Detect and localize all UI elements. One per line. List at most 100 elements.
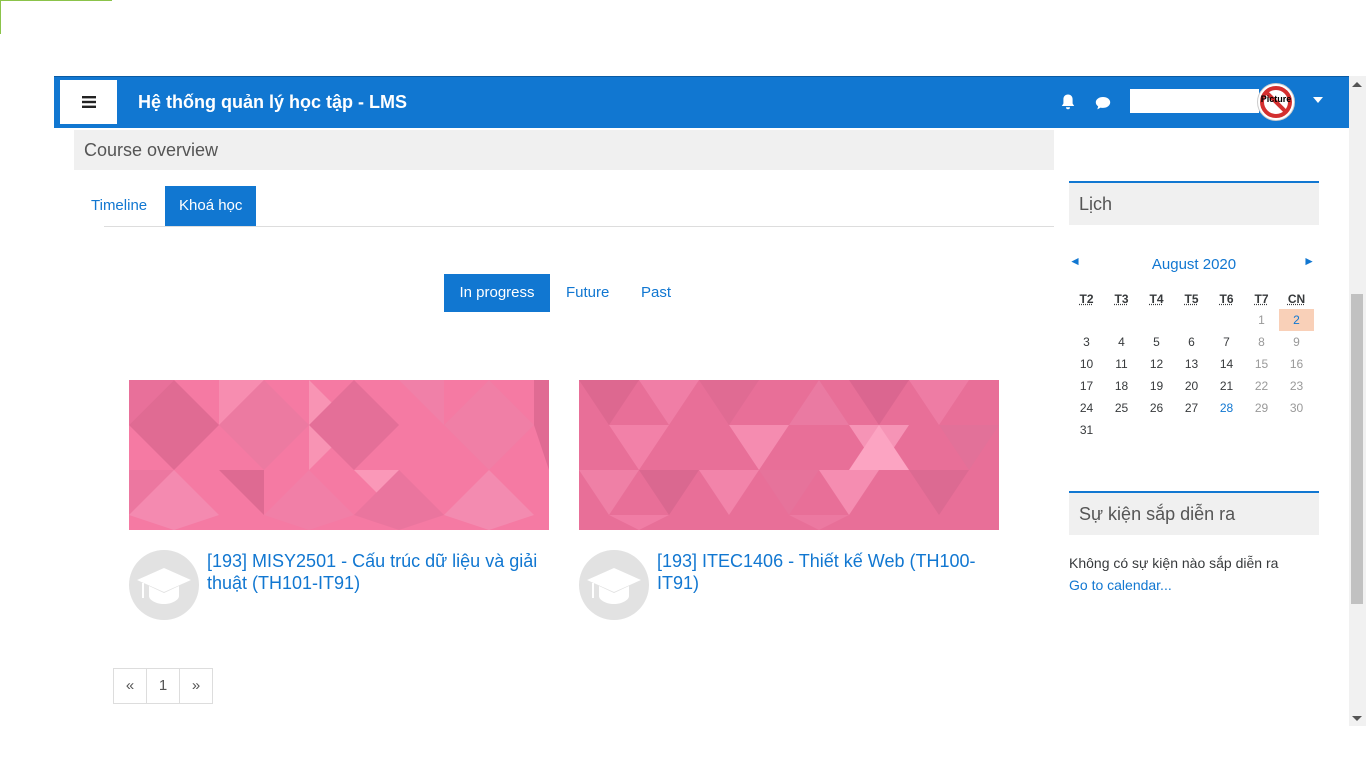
- pagination-next[interactable]: »: [179, 668, 213, 704]
- calendar-day[interactable]: 4: [1104, 331, 1139, 353]
- calendar-block: Lịch: [1069, 181, 1319, 225]
- course-name-link[interactable]: [193] ITEC1406 - Thiết kế Web (TH100-IT9…: [657, 550, 997, 594]
- calendar-day[interactable]: 10: [1069, 353, 1104, 375]
- filter-past[interactable]: Past: [641, 274, 671, 312]
- course-graduation-cap-icon: [129, 550, 199, 620]
- calendar-next-month-icon[interactable]: ►: [1303, 254, 1315, 268]
- upcoming-events-header: Sự kiện sắp diễn ra: [1069, 491, 1319, 535]
- corner-marker: [0, 0, 112, 34]
- course-overview-header: Course overview: [74, 130, 1054, 170]
- user-menu-caret-icon[interactable]: [1313, 97, 1323, 103]
- hamburger-icon: [81, 96, 96, 108]
- user-name-field[interactable]: [1130, 89, 1259, 113]
- user-avatar[interactable]: Picture: [1257, 83, 1295, 121]
- calendar-day[interactable]: 2: [1279, 309, 1314, 331]
- calendar-day[interactable]: 17: [1069, 375, 1104, 397]
- calendar-week-row: 17 18 19 20 21 22 23: [1069, 375, 1314, 397]
- calendar-day[interactable]: 28: [1209, 397, 1244, 419]
- upcoming-events-title: Sự kiện sắp diễn ra: [1079, 504, 1236, 524]
- scroll-down-arrow-icon[interactable]: [1352, 716, 1362, 721]
- messages-icon[interactable]: [1094, 94, 1112, 112]
- notification-bell-icon[interactable]: [1059, 93, 1077, 111]
- calendar-day[interactable]: 19: [1139, 375, 1174, 397]
- calendar-month-label[interactable]: August 2020: [1069, 256, 1319, 273]
- calendar-empty-cell: [1139, 419, 1174, 441]
- calendar-day[interactable]: 11: [1104, 353, 1139, 375]
- calendar-day[interactable]: 31: [1069, 419, 1104, 441]
- weekday-header: T4: [1149, 292, 1164, 306]
- calendar-empty-cell: [1279, 419, 1314, 441]
- calendar-day[interactable]: 22: [1244, 375, 1279, 397]
- weekday-header: T3: [1114, 292, 1129, 306]
- calendar-day[interactable]: 5: [1139, 331, 1174, 353]
- menu-toggle-button[interactable]: [60, 80, 117, 124]
- calendar-empty-cell: [1244, 419, 1279, 441]
- calendar-day[interactable]: 1: [1244, 309, 1279, 331]
- calendar-day[interactable]: 8: [1244, 331, 1279, 353]
- course-name-link[interactable]: [193] MISY2501 - Cấu trúc dữ liệu và giả…: [207, 550, 547, 594]
- calendar-day[interactable]: 20: [1174, 375, 1209, 397]
- tab-courses[interactable]: Khoá học: [165, 186, 257, 226]
- course-overview-tabs: Timeline Khoá học: [91, 186, 1054, 227]
- course-graduation-cap-icon: [579, 550, 649, 620]
- weekday-header: CN: [1287, 292, 1306, 306]
- calendar-empty-cell: [1139, 309, 1174, 331]
- scroll-up-arrow-icon[interactable]: [1352, 82, 1362, 87]
- calendar-day[interactable]: 25: [1104, 397, 1139, 419]
- no-events-text: Không có sự kiện nào sắp diễn ra: [1069, 555, 1279, 571]
- calendar-empty-cell: [1209, 309, 1244, 331]
- pagination-page-1[interactable]: 1: [146, 668, 180, 704]
- course-card[interactable]: [193] MISY2501 - Cấu trúc dữ liệu và giả…: [129, 380, 549, 630]
- calendar-week-row: 3456789: [1069, 331, 1314, 353]
- weekday-header: T2: [1079, 292, 1094, 306]
- calendar-day[interactable]: 30: [1279, 397, 1314, 419]
- calendar-navigation: ◄ August 2020 ►: [1069, 254, 1319, 276]
- course-pattern-image[interactable]: [129, 380, 549, 530]
- calendar-week-row: 24 25 26 27 28 29 30: [1069, 397, 1314, 419]
- calendar-day[interactable]: 29: [1244, 397, 1279, 419]
- calendar-day[interactable]: 18: [1104, 375, 1139, 397]
- calendar-day[interactable]: 14: [1209, 353, 1244, 375]
- calendar-empty-cell: [1104, 309, 1139, 331]
- calendar-empty-cell: [1069, 309, 1104, 331]
- scrollbar-thumb[interactable]: [1351, 294, 1363, 604]
- filter-future[interactable]: Future: [566, 274, 609, 312]
- calendar-day[interactable]: 27: [1174, 397, 1209, 419]
- calendar-day[interactable]: 15: [1244, 353, 1279, 375]
- calendar-day[interactable]: 13: [1174, 353, 1209, 375]
- weekday-header: T7: [1254, 292, 1269, 306]
- calendar-week-row: 12: [1069, 309, 1314, 331]
- calendar-day[interactable]: 6: [1174, 331, 1209, 353]
- calendar-weekday-row: T2 T3 T4 T5 T6 T7 CN: [1069, 289, 1314, 309]
- site-title[interactable]: Hệ thống quản lý học tập - LMS: [138, 77, 407, 128]
- course-card[interactable]: [193] ITEC1406 - Thiết kế Web (TH100-IT9…: [579, 380, 999, 630]
- calendar-day[interactable]: 12: [1139, 353, 1174, 375]
- calendar-day[interactable]: 7: [1209, 331, 1244, 353]
- tab-timeline[interactable]: Timeline: [77, 186, 161, 226]
- calendar-block-header: Lịch: [1069, 181, 1319, 225]
- calendar-week-row: 31: [1069, 419, 1314, 441]
- calendar-day[interactable]: 21: [1209, 375, 1244, 397]
- avatar-label: Picture: [1260, 94, 1292, 104]
- calendar-empty-cell: [1104, 419, 1139, 441]
- go-to-calendar-link[interactable]: Go to calendar...: [1069, 574, 1319, 596]
- filter-in-progress[interactable]: In progress: [444, 274, 550, 312]
- upcoming-events-block: Sự kiện sắp diễn ra: [1069, 491, 1319, 535]
- pagination-prev[interactable]: «: [113, 668, 147, 704]
- page-scrollbar[interactable]: [1349, 76, 1366, 726]
- course-pattern-image[interactable]: [579, 380, 999, 530]
- calendar-day[interactable]: 26: [1139, 397, 1174, 419]
- top-navbar: Hệ thống quản lý học tập - LMS Picture: [54, 76, 1366, 128]
- upcoming-events-content: Không có sự kiện nào sắp diễn ra Go to c…: [1069, 552, 1319, 596]
- calendar-day[interactable]: 3: [1069, 331, 1104, 353]
- pagination: « 1 »: [113, 668, 213, 704]
- calendar-day[interactable]: 16: [1279, 353, 1314, 375]
- calendar-day[interactable]: 24: [1069, 397, 1104, 419]
- calendar-empty-cell: [1209, 419, 1244, 441]
- calendar-day[interactable]: 9: [1279, 331, 1314, 353]
- calendar-day[interactable]: 23: [1279, 375, 1314, 397]
- calendar-block-title: Lịch: [1079, 194, 1113, 214]
- calendar-table: T2 T3 T4 T5 T6 T7 CN 1 2 3 4 5 6 7 8 9 10 11 12 13 14…: [1069, 289, 1314, 441]
- course-overview-title: Course overview: [84, 140, 219, 160]
- calendar-week-row: 10 11 12 13 14 15 16: [1069, 353, 1314, 375]
